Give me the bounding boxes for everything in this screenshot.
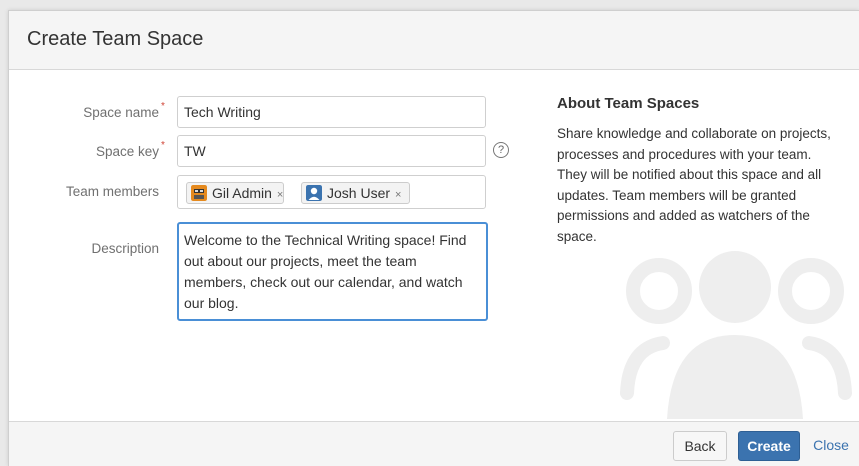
required-marker: * — [161, 101, 165, 112]
remove-member-icon[interactable]: × — [277, 189, 283, 201]
space-name-input[interactable] — [177, 96, 486, 128]
team-members-input[interactable]: Gil Admin × Josh User × — [177, 175, 486, 209]
space-key-label: Space key — [95, 144, 159, 159]
member-tag: Josh User × — [301, 182, 411, 204]
dialog-footer: Back Create Close — [9, 421, 859, 466]
team-members-illustration-icon — [620, 251, 852, 419]
required-marker: * — [161, 140, 165, 151]
description-label: Description — [91, 241, 159, 256]
space-key-input[interactable] — [177, 135, 486, 167]
member-name: Gil Admin — [212, 185, 272, 201]
dialog-header: Create Team Space — [9, 11, 859, 70]
dialog-title: Create Team Space — [27, 28, 204, 50]
member-tag: Gil Admin × — [186, 182, 285, 204]
dialog-content: Space name * Space key * ? Team members … — [9, 71, 859, 421]
remove-member-icon[interactable]: × — [395, 189, 401, 201]
space-name-label: Space name — [83, 105, 159, 120]
user-avatar-icon — [191, 185, 207, 201]
question-icon[interactable]: ? — [493, 142, 509, 158]
user-avatar-icon — [306, 185, 322, 201]
description-textarea[interactable]: Welcome to the Technical Writing space! … — [177, 222, 488, 321]
close-link[interactable]: Close — [809, 431, 853, 461]
create-button[interactable]: Create — [738, 431, 800, 461]
back-button[interactable]: Back — [673, 431, 727, 461]
about-text: Share knowledge and collaborate on proje… — [557, 126, 831, 244]
team-members-label: Team members — [65, 184, 159, 199]
member-name: Josh User — [327, 185, 391, 201]
about-title: About Team Spaces — [557, 95, 700, 112]
create-team-space-dialog: Create Team Space Space name * Space key… — [8, 10, 859, 466]
